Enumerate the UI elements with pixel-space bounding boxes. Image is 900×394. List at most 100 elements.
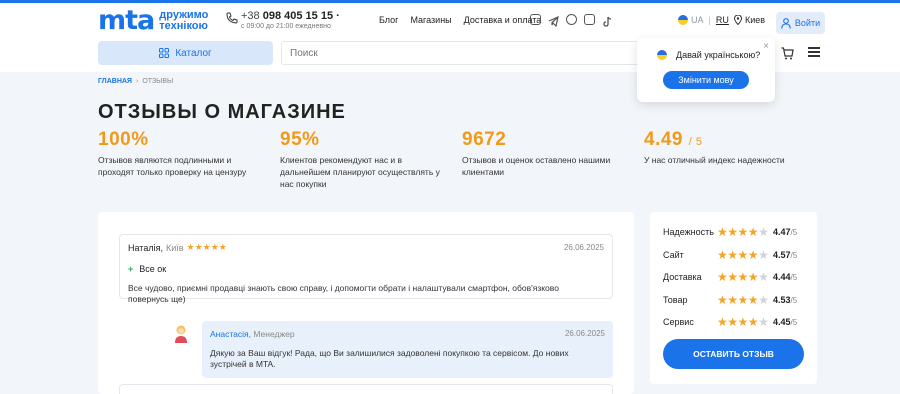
star-icon: ★ xyxy=(717,293,728,307)
stat-desc: У нас отличный индекс надежности xyxy=(644,155,785,165)
viber-icon[interactable] xyxy=(566,14,577,25)
rating-stars: ★★★★★ xyxy=(717,225,773,239)
instagram-icon[interactable] xyxy=(530,14,541,25)
rating-row: Доставка ★★★★★ 4.44/5 xyxy=(663,270,797,284)
phone-digits: 098 405 15 15 xyxy=(262,10,334,22)
star-icon: ★ xyxy=(737,270,749,284)
rating-row: Товар ★★★★★ 4.53/5 xyxy=(663,293,797,307)
ukraine-flag-icon xyxy=(657,50,667,60)
catalog-label: Каталог xyxy=(175,47,212,59)
review-text: Все чудово, приємні продавці знають свою… xyxy=(128,283,559,304)
reply-role: Менеджер xyxy=(253,329,295,339)
reviews-panel: Наталія, Київ ★★★★★ 26.06.2025 + Все ок … xyxy=(98,212,634,394)
breadcrumb-home[interactable]: ГЛАВНАЯ xyxy=(98,78,132,85)
telegram-icon[interactable] xyxy=(548,14,559,28)
language-popup: × Давай українською? Змінити мову xyxy=(637,38,775,102)
rating-value: 4.53/5 xyxy=(773,295,798,305)
nav-blog[interactable]: Блог xyxy=(379,15,398,25)
star-icon: ★ xyxy=(727,248,738,262)
star-icon: ★ xyxy=(717,248,728,262)
reply-header: Анастасія, Менеджер xyxy=(210,329,295,339)
reply-date: 26.06.2025 xyxy=(564,329,605,338)
review-card: Наталія, Київ ★★★★★ 26.06.2025 + Все ок … xyxy=(119,234,613,304)
star-icon: ★ xyxy=(737,315,749,329)
review-pros-text: Все ок xyxy=(139,264,167,274)
reply-text: Дякую за Ваш відгук! Рада, що Ви залишил… xyxy=(210,348,569,369)
star-icon: ★ xyxy=(758,315,769,329)
star-icon: ★ xyxy=(747,293,759,307)
logo-mark: mta xyxy=(98,5,155,36)
nav-stores[interactable]: Магазины xyxy=(410,15,451,25)
review-header: Наталія, Київ ★★★★★ xyxy=(128,242,227,253)
star-icon: ★ xyxy=(717,225,728,239)
login-button[interactable]: Войти xyxy=(776,12,825,34)
phone-number[interactable]: +38 098 405 15 15 · xyxy=(241,10,340,22)
stat-authentic: 100% Отзывов являются подлинными и прохо… xyxy=(98,129,268,178)
main-nav: Блог Магазины Доставка и оплата xyxy=(379,15,541,25)
logo-tagline-line2: технікою xyxy=(159,20,208,32)
stat-desc: Отзывов и оценок оставлено нашими клиент… xyxy=(462,155,611,177)
location-pin-icon xyxy=(734,15,742,25)
rating-label: Надежность xyxy=(663,227,714,237)
stat-recommend: 95% Клиентов рекомендуют нас и в дальней… xyxy=(280,129,450,190)
lang-ru[interactable]: RU xyxy=(716,15,729,25)
ukraine-flag-icon xyxy=(678,15,688,25)
rating-row: Сайт ★★★★★ 4.57/5 xyxy=(663,248,797,262)
star-icon: ★ xyxy=(758,248,769,262)
star-icon: ★ xyxy=(727,315,738,329)
star-icon: ★ xyxy=(747,225,759,239)
cart-icon[interactable] xyxy=(781,47,794,60)
language-switcher: UA | RU xyxy=(678,15,729,25)
change-language-button[interactable]: Змінити мову xyxy=(663,71,749,89)
menu-icon[interactable] xyxy=(808,47,820,57)
star-icon: ★ xyxy=(747,270,759,284)
lang-ua[interactable]: UA xyxy=(691,15,704,25)
close-icon[interactable]: × xyxy=(763,41,769,52)
review-city: Київ xyxy=(165,242,184,253)
stat-index: 4.49 / 5 У нас отличный индекс надежност… xyxy=(644,129,814,166)
page-title: ОТЗЫВЫ О МАГАЗИНЕ xyxy=(98,101,346,123)
catalog-button[interactable]: Каталог xyxy=(98,41,273,65)
review-date: 26.06.2025 xyxy=(563,243,604,252)
stat-value: 9672 xyxy=(462,129,507,150)
manager-reply: Анастасія, Менеджер 26.06.2025 Дякую за … xyxy=(202,321,613,378)
star-icon: ★ xyxy=(727,293,738,307)
review-pros: + Все ок xyxy=(128,264,166,274)
manager-avatar xyxy=(175,325,187,343)
rating-label: Сайт xyxy=(663,250,684,260)
tiktok-icon[interactable] xyxy=(602,14,613,27)
star-icon: ★ xyxy=(758,225,769,239)
rating-stars: ★★★★★ xyxy=(717,248,773,262)
star-icon: ★ xyxy=(727,270,738,284)
rating-value: 4.57/5 xyxy=(773,250,798,260)
rating-row: Сервис ★★★★★ 4.45/5 xyxy=(663,315,797,329)
review-card xyxy=(119,384,613,394)
star-icon: ★ xyxy=(737,248,749,262)
star-icon: ★ xyxy=(758,293,769,307)
phone-block[interactable]: +38 098 405 15 15 · с 09:00 до 21:00 еже… xyxy=(241,10,340,30)
stat-value: 4.49 / 5 xyxy=(644,129,703,150)
star-icon: ★ xyxy=(747,248,759,262)
plus-icon: + xyxy=(128,264,134,274)
stat-value: 95% xyxy=(280,129,320,150)
rating-label: Товар xyxy=(663,295,688,305)
city-selector[interactable]: Киев xyxy=(734,15,765,25)
popup-question-text: Давай українською? xyxy=(676,50,761,60)
review-stars: ★★★★★ xyxy=(186,242,227,252)
rating-value: 4.45/5 xyxy=(773,317,798,327)
breadcrumb-current: ОТЗЫВЫ xyxy=(142,78,174,85)
rating-stars: ★★★★★ xyxy=(717,315,773,329)
user-icon xyxy=(781,17,791,29)
city-name: Киев xyxy=(745,15,766,25)
rating-stars: ★★★★★ xyxy=(717,293,773,307)
logo[interactable]: mta дружимо технікою xyxy=(98,5,208,36)
youtube-icon[interactable] xyxy=(584,14,595,25)
phone-hours: с 09:00 до 21:00 ежедневно xyxy=(241,23,331,30)
breadcrumb-separator: › xyxy=(135,78,139,85)
leave-review-button[interactable]: ОСТАВИТЬ ОТЗЫВ xyxy=(663,339,804,369)
grid-icon xyxy=(159,48,170,58)
phone-prefix: +38 xyxy=(241,10,260,22)
lang-separator: | xyxy=(708,15,711,25)
stat-count: 9672 Отзывов и оценок оставлено нашими к… xyxy=(462,129,632,178)
social-links xyxy=(530,14,613,28)
